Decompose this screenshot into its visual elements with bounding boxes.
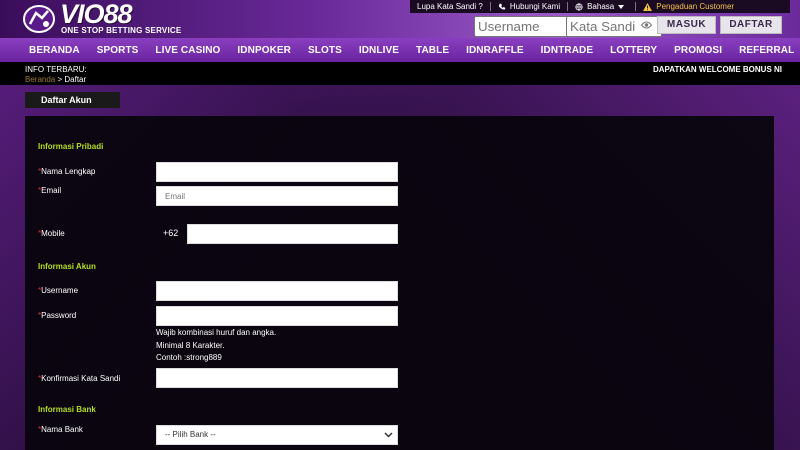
full-name-input[interactable] [156, 162, 398, 182]
news-marquee: DAPATKAN WELCOME BONUS NI [652, 65, 782, 74]
password-input[interactable] [156, 306, 398, 326]
complaint-link[interactable]: Pengaduan Customer [636, 0, 741, 13]
logo-tagline: ONE STOP BETTING SERVICE [61, 26, 182, 35]
email-label: *Email [38, 186, 61, 195]
nav-item-referral[interactable]: REFERRAL [739, 45, 794, 56]
info-bar: INFO TERBARU: Beranda > Daftar DAPATKAN … [0, 62, 800, 85]
confirm-password-input[interactable] [156, 368, 398, 388]
mobile-country-prefix: +62 [163, 228, 179, 238]
nav-item-idnlive[interactable]: IDNLIVE [359, 45, 399, 56]
breadcrumb-separator: > [55, 75, 65, 84]
bank-select[interactable]: -- Pilih Bank -- [156, 425, 398, 445]
warning-icon [643, 2, 653, 11]
nav-item-beranda[interactable]: BERANDA [29, 45, 80, 56]
bank-select-value: -- Pilih Bank -- [165, 430, 216, 439]
password-hint-combination: Wajib kombinasi huruf dan angka. [156, 328, 277, 337]
username-label-text: Username [41, 286, 79, 295]
mobile-input[interactable] [187, 224, 398, 244]
language-label: Bahasa [587, 2, 615, 11]
complaint-label: Pengaduan Customer [656, 2, 735, 11]
username-label: *Username [38, 286, 78, 295]
full-name-label: *Nama Lengkap [38, 167, 95, 176]
nav-item-slots[interactable]: SLOTS [308, 45, 342, 56]
bank-name-label-text: Nama Bank [41, 425, 83, 434]
email-label-text: Email [41, 186, 62, 195]
contact-label: Hubungi Kami [509, 2, 561, 11]
site-logo[interactable]: VIO88 ONE STOP BETTING SERVICE [22, 0, 182, 37]
language-selector[interactable]: Bahasa [568, 0, 635, 13]
register-form-panel [25, 116, 774, 450]
utility-bar: Lupa Kata Sandi ? Hubungi Kami Bahasa Pe… [410, 0, 790, 13]
breadcrumb: Beranda > Daftar [25, 75, 86, 84]
phone-icon [498, 3, 506, 10]
caret-down-icon [618, 4, 625, 9]
confirm-password-label-text: Konfirmasi Kata Sandi [41, 374, 121, 383]
nav-item-sports[interactable]: SPORTS [97, 45, 139, 56]
nav-item-table[interactable]: TABLE [416, 45, 449, 56]
chevron-down-icon [384, 432, 393, 438]
bank-name-label: *Nama Bank [38, 425, 83, 434]
nav-item-live-casino[interactable]: LIVE CASINO [155, 45, 220, 56]
username-input[interactable] [156, 281, 398, 301]
password-label: *Password [38, 311, 76, 320]
main-nav: BERANDA SPORTS LIVE CASINO IDNPOKER SLOT… [0, 38, 800, 62]
mobile-label: *Mobile [38, 229, 65, 238]
info-label: INFO TERBARU: [25, 65, 87, 74]
section-personal-info: Informasi Pribadi [38, 142, 104, 151]
nav-item-lottery[interactable]: LOTTERY [610, 45, 657, 56]
nav-item-idnpoker[interactable]: IDNPOKER [237, 45, 291, 56]
mobile-label-text: Mobile [41, 229, 65, 238]
section-bank-info: Informasi Bank [38, 405, 96, 414]
logo-ball-icon [23, 5, 55, 33]
page-title-tab: Daftar Akun [25, 92, 120, 108]
login-username-input[interactable] [474, 16, 571, 37]
nav-item-idnraffle[interactable]: IDNRAFFLE [466, 45, 524, 56]
password-hint-length: Minimal 8 Karakter. [156, 341, 225, 350]
eye-icon[interactable] [641, 21, 652, 29]
section-account-info: Informasi Akun [38, 262, 96, 271]
confirm-password-label: *Konfirmasi Kata Sandi [38, 374, 120, 383]
full-name-label-text: Nama Lengkap [41, 167, 96, 176]
password-hint-example: Contoh :strong889 [156, 353, 222, 362]
nav-item-idntrade[interactable]: IDNTRADE [541, 45, 593, 56]
globe-icon [575, 2, 583, 11]
register-button[interactable]: DAFTAR [720, 16, 782, 34]
email-input[interactable] [156, 186, 398, 206]
nav-item-promosi[interactable]: PROMOSI [674, 45, 722, 56]
site-header: VIO88 ONE STOP BETTING SERVICE Lupa Kata… [0, 0, 800, 38]
contact-link[interactable]: Hubungi Kami [491, 0, 567, 13]
forgot-password-link[interactable]: Lupa Kata Sandi ? [410, 0, 490, 13]
password-label-text: Password [41, 311, 77, 320]
login-button[interactable]: MASUK [657, 16, 716, 34]
breadcrumb-home-link[interactable]: Beranda [25, 75, 55, 84]
breadcrumb-current: Daftar [64, 75, 87, 84]
